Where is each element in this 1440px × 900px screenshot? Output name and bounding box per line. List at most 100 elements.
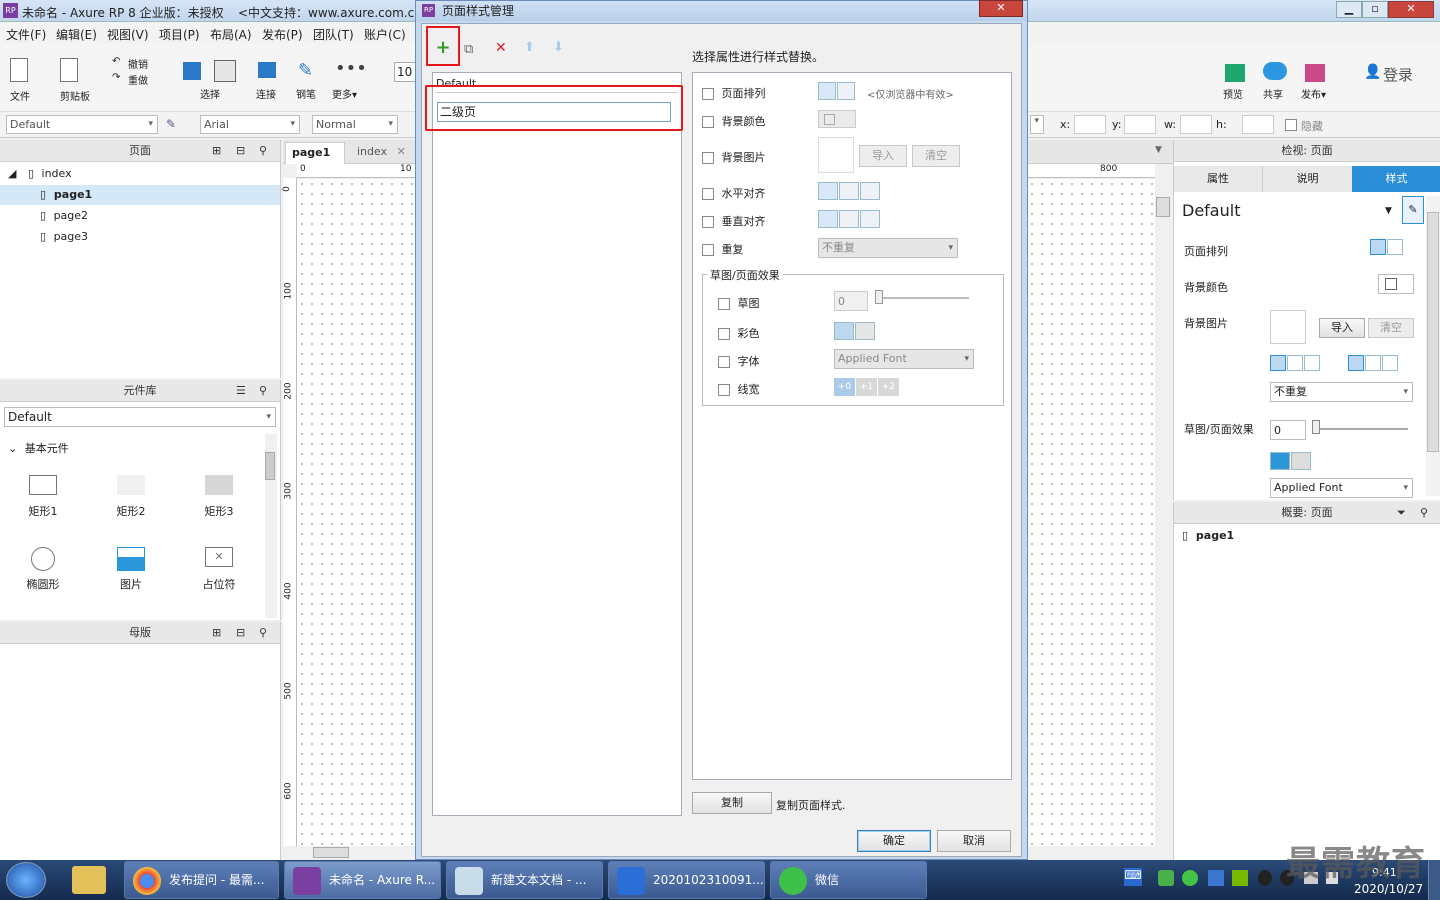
move-up-icon[interactable]: ⬆ (524, 40, 535, 55)
chevron-down-icon[interactable]: ▼ (1385, 206, 1392, 216)
select-mode-icon[interactable] (214, 60, 236, 82)
tray-icon[interactable] (1232, 870, 1248, 886)
redo-icon[interactable]: ↷ (112, 72, 120, 83)
hz-align-buttons[interactable] (1270, 355, 1321, 374)
undo-label[interactable]: 撤销 (128, 56, 148, 71)
library-group[interactable]: ⌄ 基本元件 (8, 440, 69, 456)
layout-buttons[interactable] (1370, 239, 1404, 258)
qq-icon[interactable] (1258, 870, 1272, 886)
menu-team[interactable]: 团队(T) (313, 26, 354, 43)
scroll-thumb[interactable] (265, 452, 275, 480)
file-new-icon[interactable] (10, 58, 28, 82)
align-center-icon[interactable] (1287, 355, 1303, 371)
login-link[interactable]: 登录 (1383, 64, 1413, 85)
bgcolor-picker[interactable] (1378, 274, 1414, 294)
style-manage-button[interactable]: ✎ (1402, 196, 1424, 224)
style-item-secondary[interactable]: 二级页 (425, 85, 683, 131)
menu-layout[interactable]: 布局(A) (210, 26, 252, 43)
widget-rect2[interactable]: 矩形2 (108, 475, 154, 519)
add-folder-icon[interactable]: ⊟ (236, 622, 245, 644)
taskbar-item-notepad[interactable]: 新建文本文档 - ... (446, 861, 603, 899)
start-button[interactable] (6, 862, 46, 898)
page-tree-page2[interactable]: ▯ page2 (0, 206, 280, 226)
add-page-icon[interactable]: ⊞ (212, 140, 221, 162)
delete-style-icon[interactable]: ✕ (495, 40, 507, 56)
connect-icon[interactable] (258, 62, 276, 78)
effect-checkbox[interactable] (718, 384, 730, 396)
close-button[interactable]: ✕ (1388, 1, 1434, 18)
add-style-button[interactable]: + (426, 26, 460, 66)
add-folder-icon[interactable]: ⊟ (236, 140, 245, 162)
taskbar-item-doc[interactable]: 2020102310091... (608, 861, 765, 899)
gray-image-icon[interactable] (1291, 452, 1311, 470)
add-master-icon[interactable]: ⊞ (212, 622, 221, 644)
pen-icon[interactable]: ✎ (298, 60, 313, 81)
outline-item[interactable]: ▯ page1 (1182, 529, 1234, 542)
align-left-icon[interactable] (1370, 239, 1386, 255)
color-image-icon[interactable] (1270, 452, 1290, 470)
format-dropdown-right[interactable] (1030, 115, 1044, 134)
menu-account[interactable]: 账户(C) (364, 26, 406, 43)
style-select[interactable]: Default (6, 115, 158, 134)
font-select[interactable]: Applied Font (1270, 478, 1413, 498)
ime-icon[interactable]: ⌨ (1124, 868, 1142, 886)
user-icon[interactable]: 👤 (1364, 64, 1381, 80)
taskbar-item-wechat[interactable]: 微信 (770, 861, 927, 899)
search-icon[interactable]: ⚲ (259, 380, 267, 402)
align-top-icon[interactable] (1348, 355, 1364, 371)
more-icon[interactable]: ••• (335, 58, 367, 79)
prop-checkbox[interactable] (702, 152, 714, 164)
clear-button[interactable]: 清空 (1368, 318, 1414, 338)
move-down-icon[interactable]: ⬇ (553, 40, 564, 55)
align-middle-icon[interactable] (1365, 355, 1381, 371)
slider-thumb[interactable] (1312, 420, 1320, 434)
tab-properties[interactable]: 属性 (1174, 166, 1263, 192)
more-label[interactable]: 更多▾ (332, 86, 357, 101)
effect-checkbox[interactable] (718, 298, 730, 310)
publish-label[interactable]: 发布▾ (1301, 86, 1326, 101)
tray-icon[interactable] (1158, 870, 1174, 886)
import-button[interactable]: 导入 (1319, 318, 1365, 338)
widget-ellipse[interactable]: 椭圆形 (20, 547, 66, 592)
explorer-icon[interactable] (72, 866, 106, 894)
vt-align-buttons[interactable] (1348, 355, 1399, 374)
h-input[interactable] (1242, 115, 1274, 134)
duplicate-style-icon[interactable]: ⧉ (464, 42, 473, 57)
taskbar-item-chrome[interactable]: 发布提问 - 最需... (124, 861, 279, 899)
weight-select[interactable]: Normal (312, 115, 398, 134)
dialog-close-button[interactable]: ✕ (979, 0, 1023, 17)
page-tree-page3[interactable]: ▯ page3 (0, 227, 280, 247)
library-scrollbar[interactable] (265, 434, 277, 618)
align-right-icon[interactable] (1304, 355, 1320, 371)
menu-publish[interactable]: 发布(P) (262, 26, 303, 43)
prop-clear-button[interactable]: 清空 (912, 145, 960, 167)
tray-icon[interactable] (1182, 870, 1198, 886)
align-center-icon[interactable] (1387, 239, 1403, 255)
maximize-button[interactable]: ▫ (1362, 1, 1388, 18)
ok-button[interactable]: 确定 (857, 830, 931, 852)
preview-label[interactable]: 预览 (1223, 86, 1243, 101)
effect-checkbox[interactable] (718, 356, 730, 368)
y-input[interactable] (1124, 115, 1156, 134)
close-icon[interactable]: ✕ (397, 145, 406, 158)
scroll-thumb[interactable] (1427, 212, 1439, 452)
library-select[interactable]: Default (4, 407, 276, 427)
menu-file[interactable]: 文件(F) (6, 26, 46, 43)
zoom-input[interactable]: 10 (394, 62, 416, 82)
hidden-checkbox[interactable] (1285, 119, 1297, 131)
shield-icon[interactable] (1208, 870, 1224, 886)
style-name-input[interactable]: 二级页 (437, 102, 671, 122)
tab-page1[interactable]: page1 ✕ (285, 142, 345, 179)
w-input[interactable] (1180, 115, 1212, 134)
widget-image[interactable]: 图片 (108, 547, 154, 592)
canvas-vscroll[interactable] (1155, 179, 1172, 846)
prop-checkbox[interactable] (702, 116, 714, 128)
font-select[interactable]: Arial (200, 115, 300, 134)
prop-checkbox[interactable] (702, 216, 714, 228)
menu-project[interactable]: 项目(P) (159, 26, 200, 43)
menu-icon[interactable]: ☰ (236, 380, 246, 402)
align-bottom-icon[interactable] (1382, 355, 1398, 371)
tab-index[interactable]: index ✕ (349, 142, 409, 164)
sketch-slider[interactable] (1312, 428, 1408, 430)
filter-icon[interactable]: ⏷ (1397, 502, 1406, 524)
